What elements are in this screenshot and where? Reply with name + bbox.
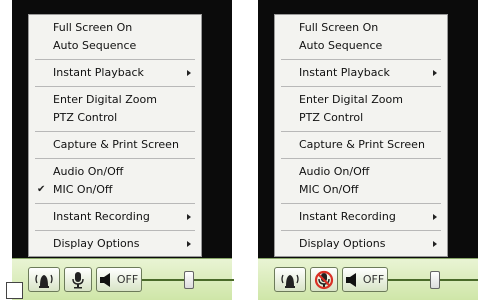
- menu-item-label: MIC On/Off: [53, 183, 113, 196]
- menu-separator: [281, 203, 441, 204]
- menu-item-label: Enter Digital Zoom: [299, 93, 403, 106]
- alarm-speaker-icon: [279, 271, 301, 289]
- menu-item-label: Audio On/Off: [53, 165, 124, 178]
- microphone-muted-icon: [314, 270, 334, 290]
- menu-separator: [281, 230, 441, 231]
- speaker-state-label: OFF: [116, 273, 139, 286]
- alarm-speaker-icon: [33, 271, 55, 289]
- menu-item[interactable]: Enter Digital Zoom: [275, 91, 447, 109]
- menu-item-label: Display Options: [299, 237, 386, 250]
- control-toolbar: OFF: [258, 258, 478, 300]
- speaker-button[interactable]: OFF: [342, 267, 388, 292]
- menu-item[interactable]: Capture & Print Screen: [275, 136, 447, 154]
- speaker-icon: [345, 272, 358, 287]
- menu-item[interactable]: Instant Recording: [29, 208, 201, 226]
- menu-item-label: PTZ Control: [299, 111, 364, 124]
- menu-item-label: Instant Playback: [53, 66, 144, 79]
- speaker-state-label: OFF: [362, 273, 385, 286]
- menu-item[interactable]: Auto Sequence: [275, 37, 447, 55]
- speaker-button[interactable]: OFF: [96, 267, 142, 292]
- menu-item-label: Auto Sequence: [299, 39, 383, 52]
- microphone-icon: [71, 271, 85, 289]
- volume-slider-thumb[interactable]: [184, 271, 194, 289]
- menu-item-label: Full Screen On: [299, 21, 379, 34]
- menu-item-label: Enter Digital Zoom: [53, 93, 157, 106]
- menu-separator: [35, 86, 195, 87]
- menu-item[interactable]: MIC On/Off: [275, 181, 447, 199]
- audio-button[interactable]: [28, 267, 60, 292]
- menu-item-label: PTZ Control: [53, 111, 118, 124]
- menu-separator: [35, 131, 195, 132]
- menu-item[interactable]: PTZ Control: [275, 109, 447, 127]
- control-toolbar: OFF: [12, 258, 234, 300]
- menu-item[interactable]: Auto Sequence: [29, 37, 201, 55]
- menu-separator: [281, 131, 441, 132]
- menu-item-label: Capture & Print Screen: [53, 138, 179, 151]
- mic-button[interactable]: [310, 267, 338, 292]
- menu-item[interactable]: Capture & Print Screen: [29, 136, 201, 154]
- menu-item[interactable]: Instant Playback: [275, 64, 447, 82]
- menu-separator: [281, 59, 441, 60]
- menu-item[interactable]: Audio On/Off: [29, 163, 201, 181]
- audio-button[interactable]: [274, 267, 306, 292]
- right-panel: Full Screen On Auto Sequence Instant Playb…: [258, 0, 478, 300]
- menu-item[interactable]: PTZ Control: [29, 109, 201, 127]
- menu-separator: [35, 59, 195, 60]
- context-menu: Full Screen On Auto Sequence Instant Playb…: [28, 14, 202, 257]
- menu-item-label: Audio On/Off: [299, 165, 370, 178]
- menu-item[interactable]: Audio On/Off: [275, 163, 447, 181]
- left-panel: Full Screen On Auto Sequence Instant Playb…: [12, 0, 234, 300]
- menu-item-label: Display Options: [53, 237, 140, 250]
- selection-checkbox[interactable]: [6, 282, 23, 299]
- mic-button[interactable]: [64, 267, 92, 292]
- checkmark-icon: ✔: [37, 184, 46, 195]
- menu-separator: [35, 230, 195, 231]
- menu-item[interactable]: Display Options: [29, 235, 201, 253]
- menu-item-label: Instant Recording: [299, 210, 396, 223]
- menu-separator: [281, 158, 441, 159]
- menu-item-label: Auto Sequence: [53, 39, 137, 52]
- menu-item-label: Capture & Print Screen: [299, 138, 425, 151]
- menu-item[interactable]: Instant Playback: [29, 64, 201, 82]
- menu-item[interactable]: Full Screen On: [275, 19, 447, 37]
- menu-separator: [281, 86, 441, 87]
- menu-separator: [35, 158, 195, 159]
- menu-item[interactable]: Full Screen On: [29, 19, 201, 37]
- menu-item-label: MIC On/Off: [299, 183, 359, 196]
- menu-item[interactable]: ✔ MIC On/Off: [29, 181, 201, 199]
- menu-item[interactable]: Instant Recording: [275, 208, 447, 226]
- menu-separator: [35, 203, 195, 204]
- menu-item-label: Full Screen On: [53, 21, 133, 34]
- speaker-icon: [99, 272, 112, 287]
- context-menu: Full Screen On Auto Sequence Instant Playb…: [274, 14, 448, 257]
- menu-item-label: Instant Recording: [53, 210, 150, 223]
- menu-item[interactable]: Display Options: [275, 235, 447, 253]
- volume-slider-thumb[interactable]: [430, 271, 440, 289]
- menu-item[interactable]: Enter Digital Zoom: [29, 91, 201, 109]
- menu-item-label: Instant Playback: [299, 66, 390, 79]
